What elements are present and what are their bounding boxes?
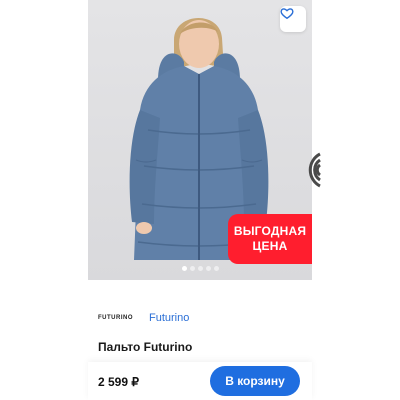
brand-logo: FUTURINO — [98, 315, 133, 321]
product-title[interactable]: Пальто Futurino — [98, 340, 192, 354]
product-card[interactable]: ВЫГОДНАЯ ЦЕНА FUTURINO Futurino Пальто F… — [88, 0, 312, 400]
swipe-rings-icon — [308, 152, 322, 188]
pagination-dot[interactable] — [214, 266, 219, 271]
brand-link[interactable]: Futurino — [149, 312, 189, 324]
promo-badge-line2: ЦЕНА — [252, 239, 288, 253]
image-pagination-dots — [182, 266, 219, 271]
pagination-dot[interactable] — [190, 266, 195, 271]
pagination-dot[interactable] — [198, 266, 203, 271]
brand-row: FUTURINO Futurino — [98, 312, 189, 324]
promo-badge-line1: ВЫГОДНАЯ — [233, 224, 307, 238]
product-photo[interactable]: ВЫГОДНАЯ ЦЕНА — [88, 0, 312, 280]
heart-icon — [280, 8, 294, 20]
add-to-cart-button[interactable]: В корзину — [210, 366, 300, 396]
promo-badge: ВЫГОДНАЯ ЦЕНА — [228, 214, 312, 264]
purchase-bar: 2 599 ₽ В корзину — [88, 362, 312, 400]
favorite-button[interactable] — [280, 6, 306, 32]
pagination-dot-active[interactable] — [182, 266, 187, 271]
product-price: 2 599 ₽ — [98, 375, 139, 389]
pagination-dot[interactable] — [206, 266, 211, 271]
swipe-indicator[interactable] — [292, 150, 322, 190]
